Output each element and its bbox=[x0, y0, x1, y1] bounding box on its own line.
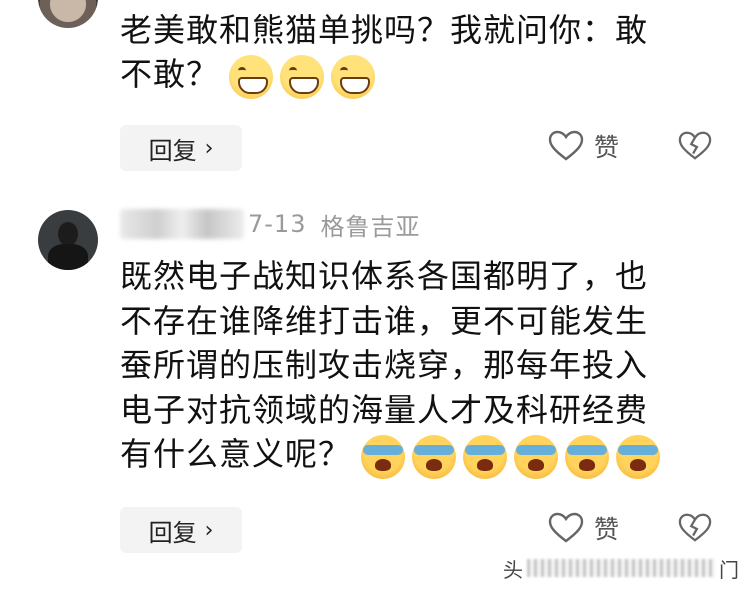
comment-line: 电子对抗领域的海量人才及科研经费 bbox=[120, 390, 649, 429]
comment-text: 老美敢和熊猫单挑吗？我就问你：敢 不敢？ bbox=[120, 8, 720, 99]
avatar-figure bbox=[58, 222, 78, 246]
comment-meta: 7-13 格鲁吉亚 bbox=[120, 207, 420, 241]
reply-button[interactable]: 回复 › bbox=[120, 507, 242, 553]
comment-location: 格鲁吉亚 bbox=[320, 212, 421, 241]
watermark-text: 头 bbox=[503, 557, 523, 582]
comment-line: 既然电子战知识体系各国都明了，也 bbox=[120, 257, 649, 295]
dislike-button[interactable] bbox=[678, 130, 712, 166]
broken-heart-icon bbox=[678, 131, 712, 160]
watermark: 头 门 bbox=[503, 553, 739, 583]
reply-label: 回复 bbox=[148, 518, 197, 547]
avatar[interactable] bbox=[38, 210, 98, 270]
grin-emoji bbox=[331, 55, 376, 99]
comment-line: 老美敢和熊猫单挑吗？我就问你：敢 bbox=[120, 11, 649, 49]
chevron-right-icon: › bbox=[204, 517, 214, 543]
comment-line-text: 不敢？ bbox=[120, 55, 220, 93]
crying-laugh-emoji bbox=[463, 435, 508, 479]
crying-laugh-emoji bbox=[514, 435, 559, 479]
comment-text: 既然电子战知识体系各国都明了，也 不存在谁降维打击谁，更不可能发生 蚕所谓的压制… bbox=[120, 254, 720, 479]
like-button[interactable]: 赞 bbox=[548, 128, 619, 164]
crying-laugh-emoji bbox=[616, 435, 661, 479]
comment-date: 7-13 bbox=[248, 210, 307, 238]
emoji-row bbox=[229, 53, 382, 99]
blurred-username bbox=[120, 209, 244, 239]
crying-laugh-emoji bbox=[361, 435, 406, 479]
watermark-text: 门 bbox=[719, 557, 739, 582]
comment-line: 蚕所谓的压制攻击烧穿，那每年投入 bbox=[120, 346, 649, 384]
comment-line: 有什么意义呢？ bbox=[120, 432, 720, 479]
crying-laugh-emoji bbox=[565, 435, 610, 479]
avatar[interactable] bbox=[38, 0, 98, 28]
reply-label: 回复 bbox=[148, 136, 197, 165]
heart-icon bbox=[548, 512, 584, 543]
crying-laugh-emoji bbox=[412, 435, 457, 479]
avatar-figure bbox=[48, 244, 88, 270]
broken-heart-icon bbox=[678, 513, 712, 542]
comment-line-text: 有什么意义呢？ bbox=[120, 435, 352, 473]
heart-icon bbox=[548, 130, 584, 161]
comment-line: 不存在谁降维打击谁，更不可能发生 bbox=[120, 301, 649, 340]
grin-emoji bbox=[229, 55, 274, 99]
watermark-blur bbox=[527, 559, 715, 577]
like-button[interactable]: 赞 bbox=[548, 510, 619, 546]
comment-line: 不敢？ bbox=[120, 52, 720, 99]
chevron-right-icon: › bbox=[204, 135, 214, 161]
reply-button[interactable]: 回复 › bbox=[120, 125, 242, 171]
emoji-row bbox=[361, 433, 667, 479]
like-label: 赞 bbox=[594, 133, 620, 162]
like-label: 赞 bbox=[594, 515, 620, 544]
dislike-button[interactable] bbox=[678, 512, 712, 548]
grin-emoji bbox=[280, 55, 325, 99]
